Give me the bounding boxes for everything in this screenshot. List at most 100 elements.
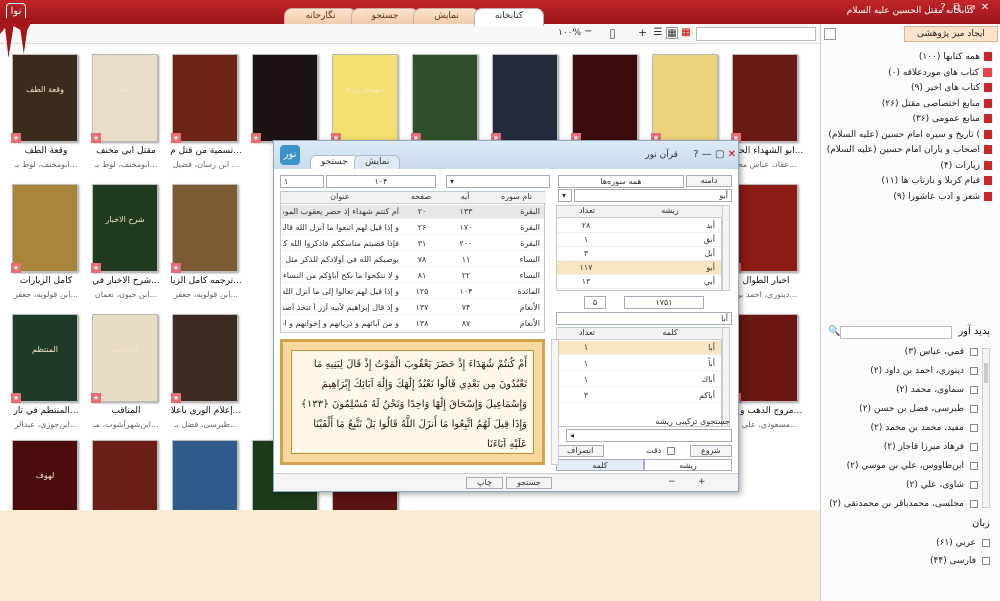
author-item[interactable]: دينوري، احمد بن داود (۲) — [870, 366, 978, 376]
range-from-input[interactable]: ۱ — [280, 175, 324, 188]
result-row[interactable]: البقرة ۱۳۳ ۲۰ أم كنتم شهداء إذ حضر يعقوب ال… — [281, 205, 544, 219]
root-row[interactable]: ۱۳ أبي — [557, 275, 721, 289]
author-checkbox[interactable] — [970, 461, 978, 470]
category-item[interactable]: کتاب های اخیر (۹) — [911, 83, 992, 93]
book-cover[interactable]: ★ — [651, 54, 718, 143]
author-checkbox[interactable] — [970, 366, 978, 375]
author-item[interactable]: ابن‌طاووس، علي بن موسي (۲) — [847, 461, 978, 471]
start-button[interactable]: شروع — [690, 445, 732, 457]
author-item[interactable]: شاوی، علي (۲) — [906, 480, 978, 490]
book-cover[interactable]: ★ — [731, 314, 798, 403]
word-row[interactable]: ۱ أباً — [557, 357, 721, 371]
favorite-icon[interactable]: ★ — [11, 133, 21, 143]
grid-view-icon[interactable]: ▦ — [666, 27, 678, 39]
book-cover[interactable]: المنتظم ★ — [11, 314, 78, 403]
root-row[interactable]: ۳ أبل — [557, 247, 721, 261]
root-row[interactable]: ۱۱۷ أبو — [557, 261, 721, 275]
range-to-input[interactable]: ۱۰۴ — [326, 175, 436, 188]
book-search-input[interactable] — [696, 27, 816, 41]
category-item[interactable]: قیام کربلا و بازتاب ها (۱۱) — [881, 176, 992, 186]
footer-zoom-plus[interactable]: + — [698, 477, 706, 487]
author-item[interactable]: مفید، محمد بن محمد (۲) — [870, 423, 978, 433]
cancel-button[interactable]: انصراف — [556, 445, 605, 457]
category-item[interactable]: شعر و ادب عاشورا (۹) — [893, 191, 992, 202]
author-item[interactable]: سماوی، محمد (۲) — [896, 385, 978, 395]
dialog-minimize-icon[interactable]: — — [702, 149, 712, 160]
favorite-icon[interactable]: ★ — [171, 133, 181, 143]
author-checkbox[interactable] — [970, 347, 978, 356]
book-cover[interactable]: ★ — [171, 314, 238, 403]
author-checkbox[interactable] — [970, 404, 978, 413]
book-item[interactable]: مقتل ★ مقتل أبي مخنف ابومخنف، لوط بـ... — [86, 50, 166, 174]
words-scrollbar[interactable] — [722, 327, 730, 427]
author-checkbox[interactable] — [970, 423, 978, 432]
category-item[interactable]: همه کتابها (۱۰۰) — [919, 52, 992, 62]
root-options-icon[interactable]: ▾ — [558, 189, 572, 202]
language-item[interactable]: فارسی (۴۴) — [930, 556, 990, 566]
language-checkbox[interactable] — [982, 556, 990, 565]
root-input[interactable]: أبو — [574, 189, 732, 202]
language-item[interactable]: عربي (۶۱) — [936, 538, 990, 548]
author-item[interactable]: مجلسی، محمدباقر بن محمدتقی (۲) — [829, 499, 978, 509]
book-cover[interactable]: مقتل ★ — [91, 54, 158, 143]
book-cover[interactable]: ★ — [731, 184, 798, 273]
book-item[interactable]: ★ — [86, 436, 166, 510]
result-row[interactable]: الأنعام ۸۷ ۱۳۸ و من آبائهم و ذرياتهم و إخوا… — [281, 317, 544, 331]
root-row[interactable]: ۱ أبق — [557, 233, 721, 247]
result-row[interactable]: البقرة ۲۰۰ ۳۱ فإذا قضيتم مناسككم فاذكروا ال… — [281, 237, 544, 251]
precision-checkbox[interactable] — [667, 446, 676, 455]
author-checkbox[interactable] — [970, 480, 978, 489]
book-item[interactable]: ★ ترجمه كامل الزيا... ابن قولويه، جعفر... — [166, 180, 246, 304]
zoom-slider[interactable] — [590, 29, 620, 39]
book-item[interactable]: ★ تسمية من قتل م... ابن رسان، فضيل ... — [166, 50, 246, 174]
category-item[interactable]: زیارات (۴) — [940, 160, 992, 171]
favorite-icon[interactable]: ★ — [91, 263, 101, 273]
book-cover[interactable]: شهدای کربلا ★ — [331, 54, 398, 143]
quran-scrollbar[interactable] — [551, 339, 559, 465]
restore-icon[interactable]: ⧉ — [950, 2, 964, 13]
authors-scrollbar[interactable] — [982, 348, 990, 508]
book-cover[interactable]: ★ — [11, 184, 78, 273]
authors-scroll-thumb[interactable] — [984, 363, 988, 383]
dialog-maximize-icon[interactable]: ▢ — [715, 149, 724, 160]
print-button[interactable]: چاپ — [466, 477, 503, 489]
new-research-desk-button[interactable]: ایجاد میز پژوهشی — [904, 26, 998, 42]
book-item[interactable]: المنتظم ★ المنتظم في تار... ابن‌جوزی، عبدال… — [6, 310, 86, 434]
compound-input[interactable]: ◂ — [566, 429, 732, 442]
category-item[interactable]: اصحاب و یاران امام حسین (علیه السلام) — [827, 145, 992, 155]
author-item[interactable]: فرهاد میرزا قاجار (۲) — [884, 442, 978, 452]
zoom-slider-handle[interactable] — [610, 29, 615, 39]
author-checkbox[interactable] — [970, 499, 978, 508]
tab-library[interactable]: کتابخانه — [473, 8, 544, 26]
book-item[interactable]: لهوف★ — [6, 436, 86, 510]
book-item[interactable]: شرح الاخبار ★ شرح الأخبار في... ابن حيون، ن… — [86, 180, 166, 304]
view-option-icon[interactable]: ▦ — [680, 27, 692, 39]
book-cover[interactable]: شرح الاخبار ★ — [91, 184, 158, 273]
favorite-icon[interactable]: ★ — [11, 263, 21, 273]
book-cover[interactable]: ★ — [171, 54, 238, 143]
precision-option[interactable]: دقت — [646, 446, 676, 455]
dialog-tab-display[interactable]: نمایش — [354, 155, 401, 169]
author-item[interactable]: قمي، عباس (۳) — [905, 347, 978, 357]
roots-page-input[interactable]: ۵ — [584, 296, 606, 309]
book-cover[interactable]: ★ — [172, 440, 238, 510]
word-row[interactable]: ۳ أباكم — [557, 389, 721, 403]
author-checkbox[interactable] — [970, 385, 978, 394]
book-cover[interactable]: ★ — [92, 440, 158, 510]
category-item[interactable]: منابع عمومی (۳۶) — [912, 114, 992, 124]
book-cover[interactable]: ★ — [571, 54, 638, 143]
book-cover[interactable]: ★ — [251, 54, 318, 143]
book-cover[interactable]: ★ — [491, 54, 558, 143]
maximize-icon[interactable]: ▭ — [964, 2, 978, 13]
close-icon[interactable]: ✕ — [978, 2, 992, 13]
book-item[interactable]: المناقب ★ المناقب ابن‌شهرآشوب، مـ... — [86, 310, 166, 434]
book-cover[interactable]: وقعة الطف ★ — [11, 54, 78, 143]
author-search-icon[interactable]: 🔍 — [828, 326, 840, 337]
result-row[interactable]: المائدة ۱۰۴ ۱۲۵ و إذا قيل لهم تعالوا إلى ما… — [281, 285, 544, 299]
book-item[interactable]: ★ — [166, 436, 246, 510]
dialog-help-icon[interactable]: ? — [693, 149, 698, 160]
footer-zoom-minus[interactable]: − — [668, 477, 676, 487]
category-item[interactable]: منابع اختصاصی مقتل (۲۶) — [882, 98, 992, 109]
book-item[interactable]: وقعة الطف ★ وقعة الطف ابومخنف، لوط بـ... — [6, 50, 86, 174]
book-cover[interactable]: لهوف★ — [12, 440, 78, 510]
